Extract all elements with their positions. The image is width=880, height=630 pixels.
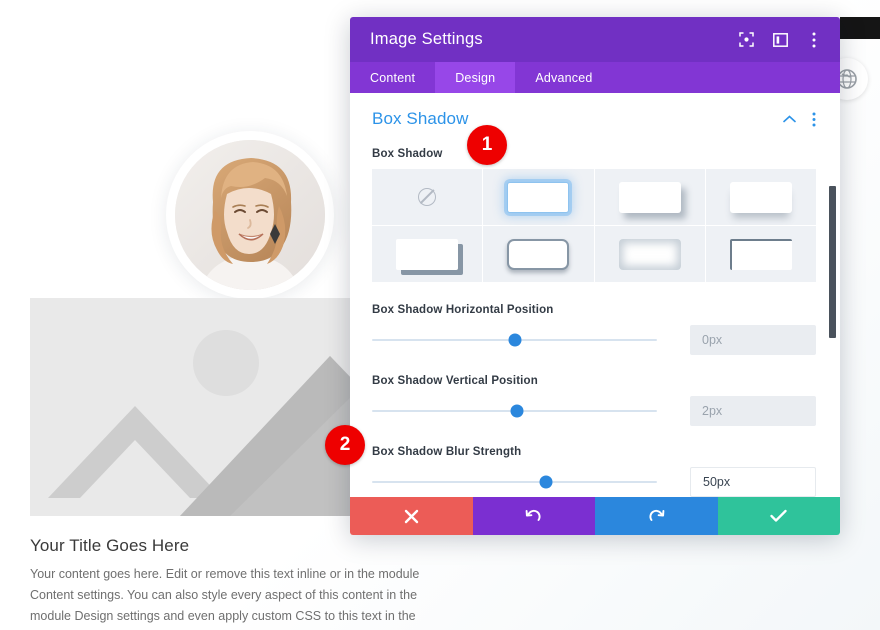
redo-icon bbox=[648, 508, 665, 525]
slider-thumb[interactable] bbox=[539, 475, 553, 489]
content-text-block: Your Title Goes Here Your content goes h… bbox=[30, 536, 460, 630]
scrollbar-thumb[interactable] bbox=[829, 186, 836, 338]
slider-blur-strength[interactable] bbox=[372, 473, 657, 491]
settings-panel: Box Shadow Box Shadow Box Shadow Horizon… bbox=[350, 93, 840, 497]
focus-icon[interactable] bbox=[738, 32, 754, 48]
chevron-up-icon[interactable] bbox=[783, 115, 796, 123]
tab-design[interactable]: Design bbox=[435, 62, 516, 93]
value-blur-strength[interactable]: 50px bbox=[690, 467, 816, 497]
modal-header-icons bbox=[738, 32, 822, 48]
cancel-button[interactable] bbox=[350, 497, 473, 535]
box-shadow-preset-glow[interactable] bbox=[483, 169, 594, 225]
close-icon bbox=[404, 509, 419, 524]
undo-icon bbox=[525, 508, 542, 525]
more-vertical-icon[interactable] bbox=[806, 32, 822, 48]
slider-thumb[interactable] bbox=[510, 404, 524, 418]
page-title: Your Title Goes Here bbox=[30, 536, 190, 555]
box-shadow-preset-grid bbox=[372, 169, 816, 282]
screen: Your Title Goes Here Your content goes h… bbox=[0, 0, 880, 630]
slider-thumb[interactable] bbox=[508, 333, 521, 347]
box-shadow-preset-offset-soft[interactable] bbox=[594, 169, 705, 225]
slider-track bbox=[372, 481, 657, 483]
check-icon bbox=[770, 509, 787, 523]
modal-body: Box Shadow Box Shadow Box Shadow Horizon… bbox=[350, 93, 840, 497]
tab-content[interactable]: Content bbox=[350, 62, 435, 93]
label-blur-strength: Box Shadow Blur Strength bbox=[372, 446, 522, 458]
avatar-photo bbox=[175, 140, 325, 290]
label-horizontal-position: Box Shadow Horizontal Position bbox=[372, 304, 554, 316]
redo-button[interactable] bbox=[595, 497, 718, 535]
layout-split-icon[interactable] bbox=[772, 32, 788, 48]
box-shadow-preset-outline-drop[interactable] bbox=[483, 226, 594, 282]
avatar bbox=[166, 131, 334, 299]
value-vertical-position[interactable]: 2px bbox=[690, 396, 816, 426]
page-body-text: Your content goes here. Edit or remove t… bbox=[30, 567, 420, 623]
box-shadow-preset-corner-border[interactable] bbox=[705, 226, 816, 282]
no-shadow-icon bbox=[418, 188, 437, 206]
slider-row-vertical-position: Box Shadow Vertical Position 2px bbox=[372, 375, 816, 426]
save-button[interactable] bbox=[717, 497, 840, 535]
annotation-badge-2: 2 bbox=[325, 425, 365, 465]
slider-vertical-position[interactable] bbox=[372, 402, 657, 420]
box-shadow-field-label: Box Shadow bbox=[372, 148, 443, 160]
box-shadow-preset-bottom-soft[interactable] bbox=[705, 169, 816, 225]
label-vertical-position: Box Shadow Vertical Position bbox=[372, 375, 538, 387]
box-shadow-preset-hard-offset[interactable] bbox=[372, 226, 483, 282]
section-more-vertical-icon[interactable] bbox=[812, 112, 816, 127]
tab-advanced[interactable]: Advanced bbox=[515, 62, 612, 93]
modal-tabs: Content Design Advanced bbox=[350, 62, 840, 93]
box-shadow-preset-none[interactable] bbox=[372, 169, 483, 225]
modal-header: Image Settings bbox=[350, 17, 840, 62]
slider-row-blur-strength: Box Shadow Blur Strength 50px bbox=[372, 446, 816, 497]
top-right-black-bar bbox=[840, 17, 880, 39]
slider-horizontal-position[interactable] bbox=[372, 331, 657, 349]
image-settings-modal: Image Settings Content Design Advanced B… bbox=[350, 17, 840, 535]
annotation-badge-1: 1 bbox=[467, 125, 507, 165]
modal-scrollbar[interactable] bbox=[829, 93, 836, 497]
modal-footer bbox=[350, 497, 840, 535]
slider-row-horizontal-position: Box Shadow Horizontal Position 0px bbox=[372, 304, 816, 355]
modal-title: Image Settings bbox=[370, 30, 483, 48]
box-shadow-preset-inset[interactable] bbox=[594, 226, 705, 282]
section-title: Box Shadow bbox=[372, 109, 469, 128]
value-horizontal-position[interactable]: 0px bbox=[690, 325, 816, 355]
box-shadow-section-header: Box Shadow bbox=[372, 109, 816, 129]
undo-button[interactable] bbox=[472, 497, 595, 535]
